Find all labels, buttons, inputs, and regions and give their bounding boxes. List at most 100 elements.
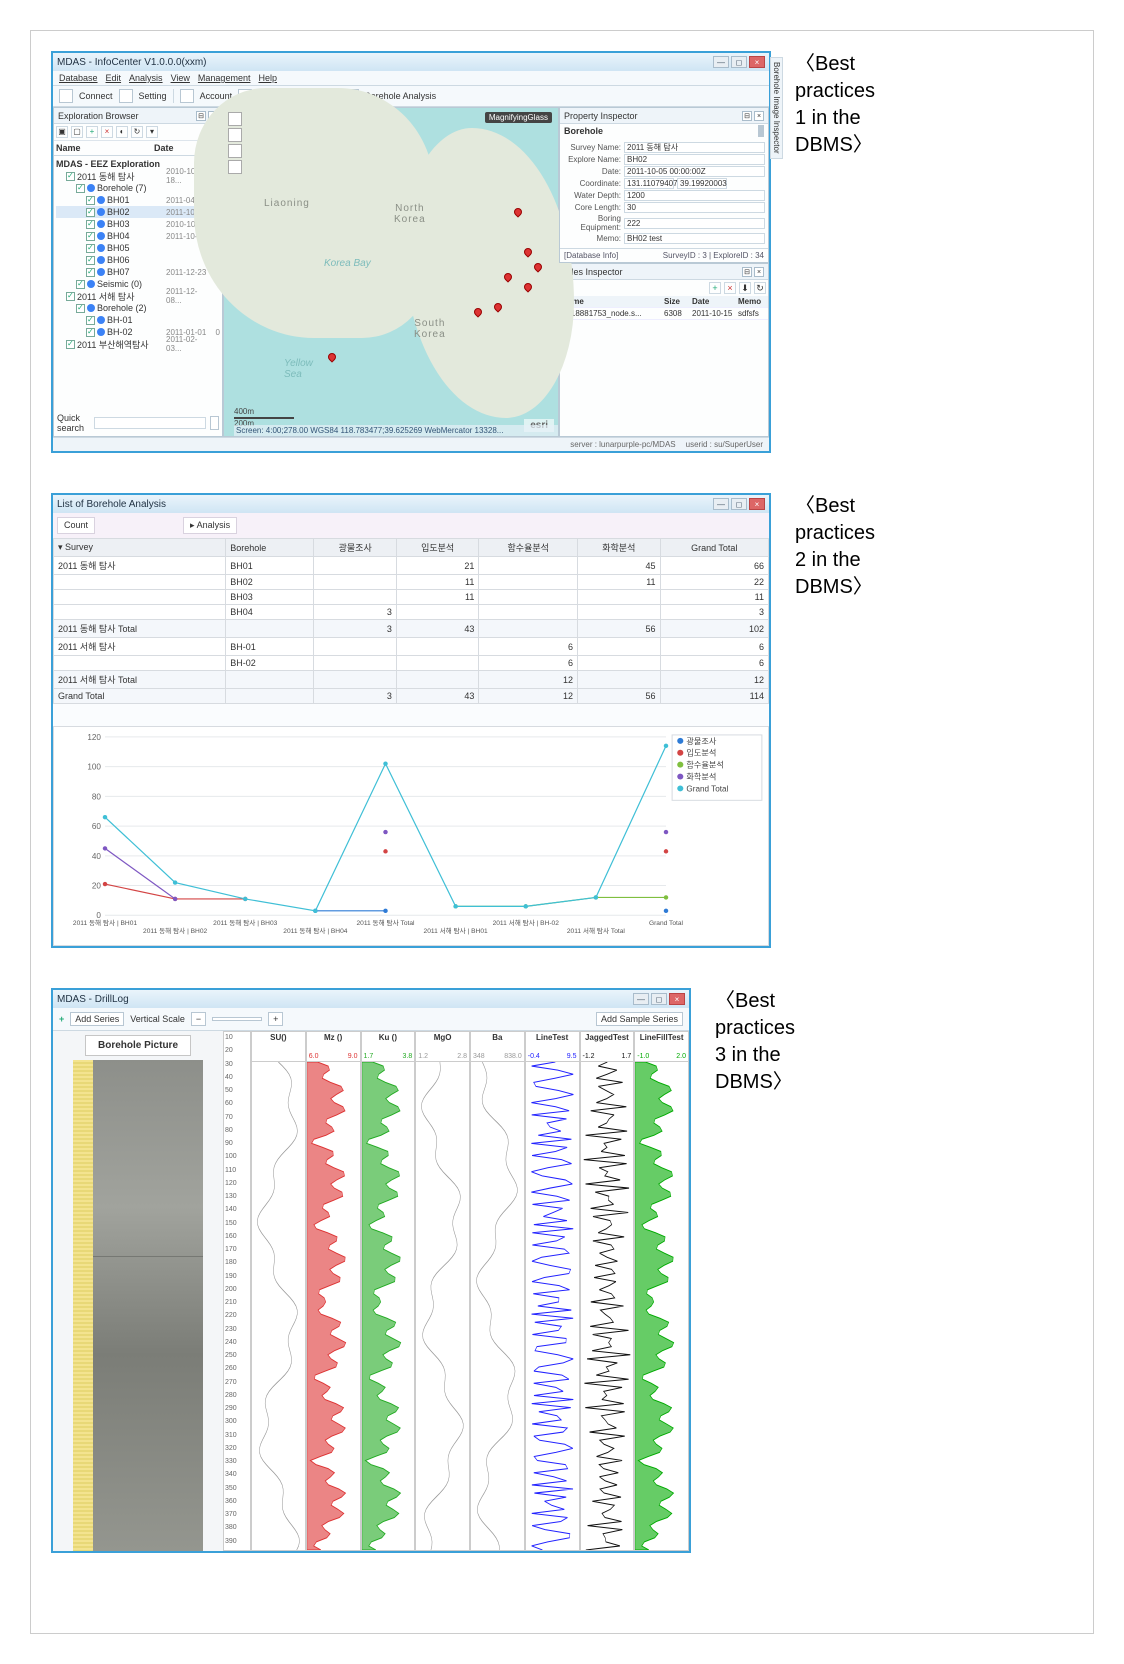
svg-text:60: 60 [92, 822, 102, 831]
table-row[interactable]: 2011 서해 탐사 Total1212 [54, 671, 769, 689]
inspector-field: Core Length:30 [563, 202, 765, 213]
map-zoomout-icon[interactable] [228, 144, 242, 158]
pivot-table[interactable]: ▾ SurveyBorehole광물조사입도분석함수율분석화학분석Grand T… [53, 538, 769, 704]
map-view[interactable]: Liaoning North Korea South Korea Korea B… [223, 107, 559, 437]
panel-pin-icon[interactable]: ⊟ [196, 111, 206, 121]
filter-icon[interactable]: ▾ [146, 126, 158, 138]
tree-item[interactable]: BH072011-12-23 [56, 266, 220, 278]
tree-item[interactable]: BH05 [56, 242, 220, 254]
table-row[interactable]: BH0433 [54, 605, 769, 620]
close-button[interactable]: × [749, 56, 765, 68]
inspector-field: Date:2011-10-05 00:00:00Z [563, 166, 765, 177]
map-home-icon[interactable] [228, 112, 242, 126]
file-add-icon[interactable]: + [709, 282, 721, 294]
file-delete-icon[interactable]: × [724, 282, 736, 294]
files-col-name[interactable]: Name [562, 297, 664, 306]
core-photo[interactable] [93, 1060, 203, 1551]
log-track[interactable]: LineTest-0.49.5 [525, 1031, 580, 1551]
file-download-icon[interactable]: ⬇ [739, 282, 751, 294]
titlebar[interactable]: List of Borehole Analysis — ◻ × [53, 495, 769, 513]
tree-item[interactable]: BH06 [56, 254, 220, 266]
map-zoomin-icon[interactable] [228, 128, 242, 142]
table-row[interactable]: BH-0266 [54, 656, 769, 671]
scale-slider[interactable] [212, 1017, 262, 1021]
log-track[interactable]: Ku ()1.73.8 [361, 1031, 416, 1551]
log-track[interactable]: Mz ()6.09.0 [306, 1031, 361, 1551]
scale-minus-button[interactable]: − [191, 1012, 206, 1026]
refresh-icon[interactable]: ↻ [131, 126, 143, 138]
pivot-chart: 0204060801001202011 동해 탐사 | BH012011 동해 … [53, 726, 769, 946]
panel-close-icon[interactable]: × [754, 267, 764, 277]
log-track[interactable]: Ba348838.0 [470, 1031, 525, 1551]
tree-item[interactable]: BH-01 [56, 314, 220, 326]
account-icon[interactable] [180, 89, 194, 103]
setting-icon[interactable] [119, 89, 133, 103]
table-row[interactable]: 2011 동해 탐사BH01214566 [54, 557, 769, 575]
file-refresh-icon[interactable]: ↻ [754, 282, 766, 294]
quick-search-go-icon[interactable] [210, 416, 219, 430]
menu-view[interactable]: View [171, 73, 190, 83]
quick-search-label: Quick search [57, 413, 90, 433]
log-track[interactable]: JaggedTest-1.21.7 [580, 1031, 635, 1551]
files-col-size[interactable]: Size [664, 297, 692, 306]
menu-help[interactable]: Help [258, 73, 277, 83]
menu-management[interactable]: Management [198, 73, 251, 83]
close-button[interactable]: × [669, 993, 685, 1005]
minimize-button[interactable]: — [713, 56, 729, 68]
pivot-field-count[interactable]: Count [57, 517, 95, 534]
maximize-button[interactable]: ◻ [731, 498, 747, 510]
table-row[interactable]: 2011 동해 탐사 Total34356102 [54, 620, 769, 638]
status-user: userid : su/SuperUser [686, 440, 763, 449]
log-track[interactable]: SU() [251, 1031, 306, 1551]
delete-icon[interactable]: × [101, 126, 113, 138]
map-pan-icon[interactable] [228, 160, 242, 174]
col-name[interactable]: Name [56, 143, 154, 153]
menu-edit[interactable]: Edit [106, 73, 122, 83]
svg-text:화학분석: 화학분석 [686, 772, 716, 782]
add-series-button[interactable]: Add Series [70, 1012, 124, 1026]
svg-text:100: 100 [87, 763, 101, 772]
quick-search-input[interactable] [94, 417, 206, 429]
expand-all-icon[interactable]: ▣ [56, 126, 68, 138]
log-track[interactable]: MgO1.22.8 [415, 1031, 470, 1551]
titlebar[interactable]: MDAS - InfoCenter V1.0.0.0(xxm) — ◻ × [53, 53, 769, 71]
table-row[interactable]: 2011 서해 탐사BH-0166 [54, 638, 769, 656]
add-icon[interactable]: + [86, 126, 98, 138]
figure-caption-2: 〈Best practices 2 in the DBMS〉 [795, 493, 875, 601]
map-label-liaoning: Liaoning [264, 198, 310, 209]
col-date[interactable]: Date [154, 143, 198, 153]
table-row[interactable]: BH031111 [54, 590, 769, 605]
minimize-button[interactable]: — [713, 498, 729, 510]
setting-button[interactable]: Setting [139, 91, 167, 101]
titlebar[interactable]: MDAS - DrillLog — ◻ × [53, 990, 689, 1008]
collapse-all-icon[interactable]: ▢ [71, 126, 83, 138]
tree-item[interactable]: 2011 부산해역탐사2011-02-03... [56, 338, 220, 350]
sidebar-tab-borehole-image[interactable]: Borehole Image Inspector [770, 57, 783, 159]
file-row[interactable]: 1318881753_node.s... 6308 2011-10-15 sdf… [560, 308, 768, 320]
add-sample-series-button[interactable]: Add Sample Series [596, 1012, 683, 1026]
maximize-button[interactable]: ◻ [731, 56, 747, 68]
log-track[interactable]: LineFillTest-1.02.0 [634, 1031, 689, 1551]
panel-pin-icon[interactable]: ⊟ [742, 111, 752, 121]
app-title: List of Borehole Analysis [57, 499, 166, 510]
table-row[interactable]: BH02111122 [54, 575, 769, 590]
connect-button[interactable]: Connect [79, 91, 113, 101]
panel-close-icon[interactable]: × [754, 111, 764, 121]
scale-plus-button[interactable]: + [268, 1012, 283, 1026]
table-row[interactable]: Grand Total3431256114 [54, 689, 769, 704]
magnifying-glass-badge[interactable]: MagnifyingGlass [485, 112, 552, 123]
menu-analysis[interactable]: Analysis [129, 73, 163, 83]
maximize-button[interactable]: ◻ [651, 993, 667, 1005]
toggle-icon[interactable]: ◐ [116, 126, 128, 138]
connect-icon[interactable] [59, 89, 73, 103]
files-col-memo[interactable]: Memo [738, 297, 766, 306]
pivot-field-analysis[interactable]: ▸ Analysis [183, 517, 237, 534]
minimize-button[interactable]: — [633, 993, 649, 1005]
panel-pin-icon[interactable]: ⊟ [742, 267, 752, 277]
tree-item[interactable]: 2011 서해 탐사2011-12-08... [56, 290, 220, 302]
files-col-date[interactable]: Date [692, 297, 738, 306]
map-marker[interactable] [326, 351, 337, 362]
close-button[interactable]: × [749, 498, 765, 510]
menu-database[interactable]: Database [59, 73, 98, 83]
refresh-icon[interactable] [762, 125, 764, 137]
